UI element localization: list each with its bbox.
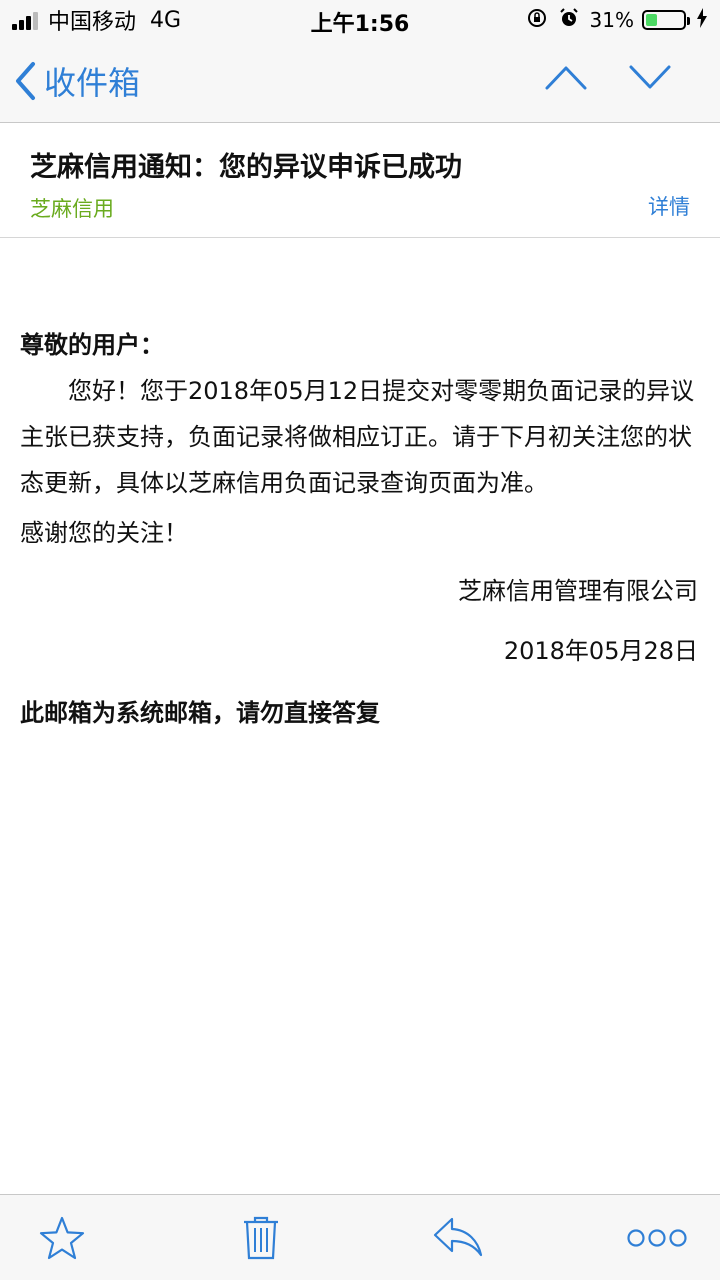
chevron-left-icon	[16, 62, 35, 100]
battery-icon	[642, 10, 690, 30]
back-label: 收件箱	[44, 64, 141, 102]
delete-button[interactable]	[242, 1215, 280, 1265]
nav-bar: 收件箱	[0, 40, 720, 123]
mail-body: 尊敬的用户： 您好！您于2018年05月12日提交对零零期负面记录的异议主张已获…	[20, 322, 702, 736]
reply-button[interactable]	[432, 1215, 484, 1263]
details-link[interactable]: 详情	[648, 191, 690, 221]
signature-company: 芝麻信用管理有限公司	[458, 577, 698, 605]
flag-button[interactable]	[38, 1215, 86, 1265]
body-paragraph: 您好！您于2018年05月12日提交对零零期负面记录的异议主张已获支持，负面记录…	[20, 377, 695, 497]
system-notice: 此邮箱为系统邮箱，请勿直接答复	[20, 699, 380, 727]
orientation-lock-icon	[526, 7, 548, 34]
back-button[interactable]: 收件箱	[14, 58, 140, 104]
bottom-toolbar	[0, 1194, 720, 1280]
next-message-button[interactable]	[628, 62, 672, 96]
chevron-down-icon	[629, 65, 671, 89]
battery-percent: 31%	[589, 8, 634, 32]
more-icon	[627, 1229, 687, 1247]
chevron-up-icon	[545, 66, 587, 90]
greeting: 尊敬的用户：	[20, 331, 164, 359]
mail-subject: 芝麻信用通知：您的异议申诉已成功	[30, 152, 462, 183]
previous-message-button[interactable]	[544, 62, 588, 96]
signature-date: 2018年05月28日	[503, 637, 698, 665]
thanks-line: 感谢您的关注！	[20, 519, 188, 547]
mail-sender[interactable]: 芝麻信用	[30, 193, 114, 223]
mail-screen: 中国移动 4G 上午1:56 31% 收件箱 芝麻信用通知：您的异议申诉已成功 …	[0, 0, 720, 1280]
status-bar: 中国移动 4G 上午1:56 31%	[0, 0, 720, 40]
status-right: 31%	[516, 6, 708, 34]
star-icon	[39, 1216, 85, 1260]
battery-fill	[646, 14, 657, 26]
charging-bolt-icon	[696, 7, 708, 33]
alarm-icon	[558, 7, 580, 34]
trash-icon	[244, 1216, 278, 1260]
mail-header: 芝麻信用通知：您的异议申诉已成功 芝麻信用 详情	[0, 123, 720, 238]
more-button[interactable]	[626, 1227, 688, 1253]
reply-icon	[433, 1217, 483, 1257]
